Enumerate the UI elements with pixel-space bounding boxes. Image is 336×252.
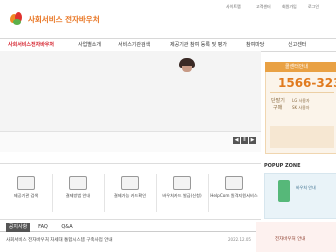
nav-item-report[interactable]: 신고센터 [288,41,306,48]
notice-item[interactable]: 사회서비스 전자바우처 차세대 통합시스템 구축사업 안내 [6,237,113,243]
bottom-banner-text: 전자바우처 안내 [275,237,306,242]
quick-menu: 제공기관 검색 결제방법 안내 결제가능 카드확인 바우처카드 발급(신청) H… [0,163,261,220]
document-icon [17,176,35,190]
popup-zone-title: POPUP ZONE [264,163,301,169]
hero-footer [0,131,261,152]
util-link-signup[interactable]: 회원가입 [282,4,297,10]
nav-item-voucher[interactable]: 사회서비스전자바우처 [8,41,54,48]
notice-date: 2022.12.05 [228,237,251,242]
quick-item-remote-support[interactable]: HelpCom 원격지원서비스 [208,176,260,220]
util-link-support[interactable]: 고객센터 [256,4,271,10]
side-line-1: 단말기 [271,98,285,104]
side-line-3: LG 사용자 [292,98,310,103]
phone-icon [278,180,290,202]
nav-item-business[interactable]: 사업별소개 [78,41,101,48]
hero-figure-face [182,66,192,72]
slider-prev-button[interactable]: ◀ [233,137,240,144]
quick-item-agency-search[interactable]: 제공기관 검색 [0,176,52,220]
callcenter-tile[interactable] [270,126,334,148]
monitor-icon [225,176,243,190]
slider-pause-button[interactable]: Ⅱ [241,137,248,144]
main-navigation: 사회서비스전자바우처 사업별소개 서비스기관검색 제공기관 참여 등록 및 평가… [0,38,336,52]
callcenter-header: 콜센터안내 [265,62,336,72]
util-link-sitemap[interactable]: 사이트맵 [226,4,241,10]
payment-icon [69,176,87,190]
quick-item-card-issue[interactable]: 바우처카드 발급(신청) [156,176,208,220]
quick-item-payment[interactable]: 결제방법 안내 [52,176,104,220]
card-icon [121,176,139,190]
side-line-2: 구매 [273,105,283,111]
tab-qna[interactable]: Q&A [56,223,78,232]
slider-next-button[interactable]: ▶ [249,137,256,144]
callcenter-phone: 1566-323 [278,76,336,90]
callcenter-title: 콜센터안내 [285,64,309,70]
card-issue-icon [173,176,191,190]
logo-text: 사회서비스 전자바우처 [28,14,100,24]
popup-zone-banner[interactable] [264,173,336,219]
site-logo[interactable]: 사회서비스 전자바우처 [10,10,110,28]
tab-notice[interactable]: 공지사항 [6,223,30,232]
tab-faq[interactable]: FAQ [32,223,54,232]
util-link-login[interactable]: 로그인 [308,4,319,10]
callcenter-divider [270,92,334,93]
nav-item-participation[interactable]: 참여마당 [246,41,264,48]
popup-banner-text: 바우처 안내 [296,185,316,190]
logo-mark-icon [10,12,24,26]
nav-item-agency-search[interactable]: 서비스기관검색 [118,41,150,48]
quick-item-card-check[interactable]: 결제가능 카드확인 [104,176,156,220]
nav-item-agency-register[interactable]: 제공기관 참여 등록 및 평가 [170,41,227,48]
side-line-4: SK 사용자 [292,105,310,110]
